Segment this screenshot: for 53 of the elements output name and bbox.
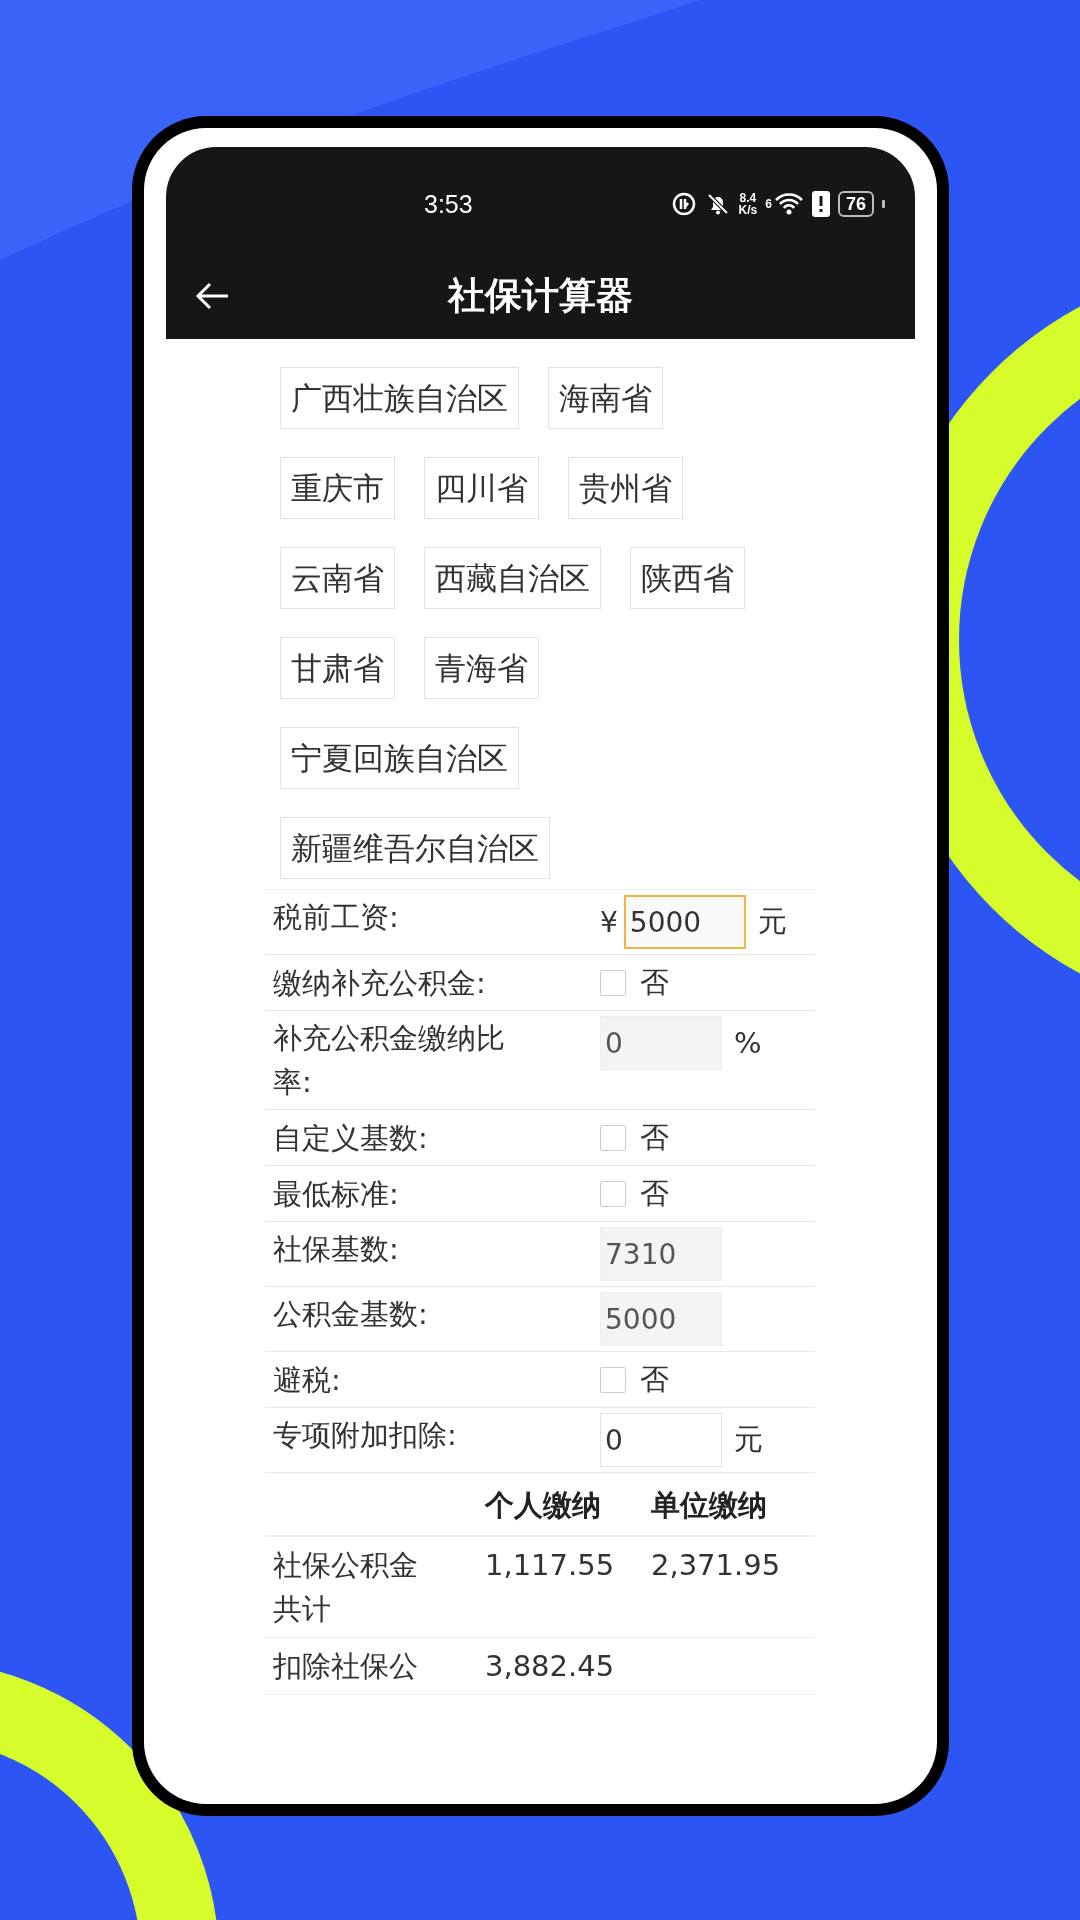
- unit-label: %: [734, 1026, 762, 1060]
- region-chip[interactable]: 贵州省: [568, 457, 683, 519]
- checkbox[interactable]: [600, 1124, 626, 1151]
- row-label: 社保公积金共计: [272, 1547, 419, 1628]
- region-chip[interactable]: 四川省: [424, 457, 539, 519]
- field-label: 最低标准:: [272, 1175, 400, 1213]
- region-chip[interactable]: 青海省: [424, 637, 539, 699]
- region-chip[interactable]: 新疆维吾尔自治区: [280, 817, 550, 879]
- field-label: 缴纳补充公积金:: [272, 964, 487, 1002]
- table-cell-text: 1,117.55: [485, 1547, 616, 1584]
- unit-label: 元: [757, 903, 787, 940]
- field-label: 社保基数:: [272, 1231, 400, 1268]
- battery-level: 76: [837, 191, 874, 217]
- data-saver-icon: [670, 191, 697, 217]
- checkbox-label: 否: [640, 1118, 669, 1156]
- unit-label: 元: [734, 1421, 763, 1458]
- table-cell-text: 3,882.45: [485, 1648, 616, 1685]
- checkbox-label: 否: [640, 1360, 669, 1398]
- wifi-icon: [773, 192, 804, 216]
- input-field[interactable]: 5000: [623, 895, 746, 949]
- back-button[interactable]: [194, 281, 230, 311]
- column-header: 单位缴纳: [651, 1487, 767, 1524]
- network-type-label: 6: [765, 197, 772, 211]
- input-field[interactable]: 0: [600, 1413, 722, 1467]
- table-cell-text: 2,371.95: [651, 1547, 781, 1584]
- field-label: 专项附加扣除:: [272, 1417, 458, 1454]
- field-label: 自定义基数:: [272, 1119, 429, 1157]
- battery-tip: [882, 200, 885, 208]
- region-chip[interactable]: 重庆市: [280, 457, 395, 519]
- currency-symbol: ¥: [600, 905, 618, 939]
- checkbox-label: 否: [640, 963, 669, 1001]
- region-chip[interactable]: 宁夏回族自治区: [280, 727, 519, 789]
- column-header: 个人缴纳: [485, 1487, 602, 1524]
- region-chip[interactable]: 广西壮族自治区: [280, 367, 519, 429]
- checkbox[interactable]: [600, 1180, 626, 1207]
- row-label: 扣除社保公: [272, 1648, 419, 1685]
- page-title: 社保计算器: [446, 273, 634, 319]
- checkbox[interactable]: [600, 969, 626, 996]
- network-speed-value: 8.4: [739, 192, 757, 204]
- region-chip[interactable]: 西藏自治区: [424, 547, 601, 609]
- field-label: 补充公积金缴纳比率:: [272, 1020, 506, 1101]
- checkbox-label: 否: [640, 1174, 669, 1212]
- checkbox[interactable]: [600, 1366, 626, 1393]
- status-time: 3:53: [424, 189, 473, 219]
- field-label: 避税:: [272, 1361, 342, 1399]
- region-chip[interactable]: 海南省: [548, 367, 663, 429]
- region-chip[interactable]: 甘肃省: [280, 637, 395, 699]
- field-label: 公积金基数:: [272, 1296, 429, 1333]
- network-speed-unit: K/s: [738, 204, 758, 216]
- region-chip[interactable]: 云南省: [280, 547, 395, 609]
- alert-icon: [811, 191, 830, 217]
- region-chip[interactable]: 陕西省: [630, 547, 745, 609]
- field-label: 税前工资:: [272, 899, 400, 936]
